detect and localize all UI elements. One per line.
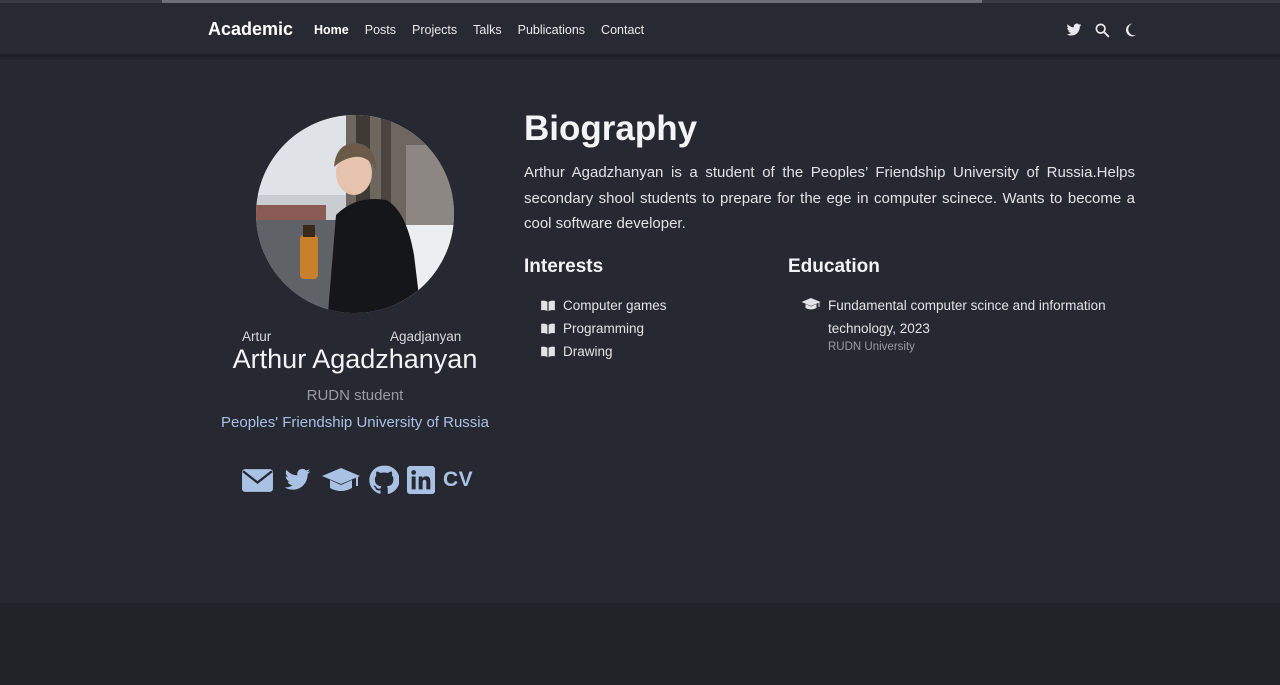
search-icon[interactable]	[1094, 22, 1110, 38]
profile-organization-link[interactable]: Peoples' Friendship University of Russia	[220, 413, 490, 432]
book-icon	[541, 323, 555, 334]
brand-link[interactable]: Academic	[208, 19, 293, 40]
avatar	[256, 115, 454, 313]
nav-link-projects[interactable]: Projects	[412, 23, 457, 37]
twitter-icon[interactable]	[282, 465, 313, 495]
profile-name: Arthur Agadzhanyan	[232, 344, 478, 374]
social-links: CV	[241, 465, 481, 495]
interest-label: Drawing	[563, 344, 613, 359]
interests-list: Computer games Programming Drawing	[540, 294, 667, 363]
education-institution: RUDN University	[828, 341, 915, 353]
avatar-photo	[256, 115, 454, 313]
biography-heading: Biography	[524, 109, 698, 148]
footer-area	[0, 603, 1280, 685]
education-heading: Education	[788, 256, 880, 277]
twitter-icon[interactable]	[1066, 22, 1082, 38]
nav-link-home[interactable]: Home	[314, 23, 349, 37]
moon-icon[interactable]	[1122, 22, 1138, 38]
biography-text: Arthur Agadzhanyan is a student of the P…	[524, 164, 1135, 232]
first-name: Artur	[242, 329, 272, 344]
list-item: Drawing	[540, 340, 667, 363]
profile-role: RUDN student	[306, 387, 404, 404]
navbar: Academic Home Posts Projects Talks Publi…	[0, 3, 1280, 57]
list-item: Computer games	[540, 294, 667, 317]
nav-link-talks[interactable]: Talks	[473, 23, 501, 37]
interest-label: Programming	[563, 321, 645, 336]
interest-label: Computer games	[563, 298, 667, 313]
book-icon	[541, 346, 555, 357]
home-section: Artur Agadjanyan Arthur Agadzhanyan RUDN…	[0, 60, 1280, 603]
last-name: Agadjanyan	[390, 329, 462, 344]
envelope-icon[interactable]	[241, 465, 274, 495]
education-course: Fundamental computer scince and informat…	[828, 298, 1106, 336]
list-item: Programming	[540, 317, 667, 340]
nav-link-publications[interactable]: Publications	[518, 23, 585, 37]
cv-link[interactable]: CV	[443, 465, 473, 495]
interests-heading: Interests	[524, 256, 604, 277]
nav-link-contact[interactable]: Contact	[601, 23, 644, 37]
book-icon	[541, 300, 555, 311]
github-icon[interactable]	[369, 465, 399, 495]
linkedin-icon[interactable]	[407, 465, 435, 495]
nav-icon-group	[1066, 22, 1150, 38]
nav-link-posts[interactable]: Posts	[365, 23, 396, 37]
graduation-cap-icon	[801, 298, 821, 310]
nav-menu: Home Posts Projects Talks Publications C…	[314, 23, 660, 37]
graduation-cap-icon[interactable]	[321, 465, 361, 495]
